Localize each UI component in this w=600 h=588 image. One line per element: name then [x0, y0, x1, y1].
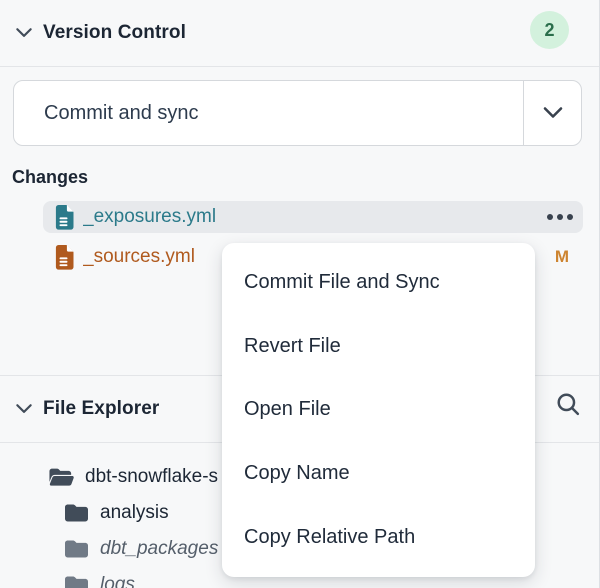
search-icon[interactable] [554, 390, 581, 417]
file-context-menu: Commit File and Sync Revert File Open Fi… [222, 243, 535, 577]
commit-and-sync-dropdown[interactable]: Commit and sync [13, 80, 582, 146]
section-title-version-control: Version Control [43, 22, 186, 44]
tree-item-label: logs [100, 574, 135, 588]
chevron-down-icon [14, 399, 34, 419]
tree-item-label: dbt_packages [100, 538, 218, 560]
yml-file-icon [55, 245, 74, 270]
folder-icon [0, 502, 90, 524]
more-actions-icon[interactable] [545, 208, 575, 226]
menu-item-commit-file-and-sync[interactable]: Commit File and Sync [222, 251, 535, 315]
folder-open-icon [0, 466, 75, 488]
menu-item-open-file[interactable]: Open File [222, 378, 535, 442]
folder-icon [0, 538, 90, 560]
commit-and-sync-label: Commit and sync [14, 81, 523, 145]
chevron-down-icon [14, 23, 34, 43]
menu-item-copy-relative-path[interactable]: Copy Relative Path [222, 505, 535, 569]
yml-file-icon [55, 205, 74, 230]
changes-count-badge: 2 [530, 11, 569, 49]
section-title-file-explorer: File Explorer [43, 398, 159, 420]
changed-file-name: _exposures.yml [83, 206, 545, 228]
version-control-panel: Version Control 2 Commit and sync Change… [0, 0, 600, 588]
tree-item-label: dbt-snowflake-s [85, 466, 218, 488]
folder-icon [0, 574, 90, 588]
tree-item-label: analysis [100, 502, 169, 524]
menu-item-revert-file[interactable]: Revert File [222, 315, 535, 379]
changed-file-row-exposures[interactable]: _exposures.yml [43, 201, 583, 233]
menu-item-copy-name[interactable]: Copy Name [222, 442, 535, 506]
modified-status-badge: M [555, 247, 575, 267]
version-control-header[interactable]: Version Control 2 [0, 0, 599, 67]
chevron-down-icon [541, 101, 565, 125]
commit-dropdown-caret[interactable] [523, 81, 581, 145]
changes-section-label: Changes [12, 167, 88, 188]
